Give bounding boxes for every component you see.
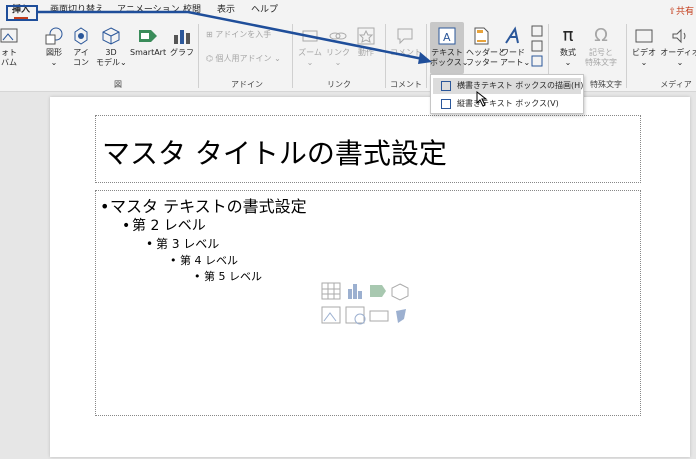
speaker-icon <box>672 28 686 44</box>
cube-icon <box>102 27 120 45</box>
photo-album-icon <box>0 28 18 43</box>
horizontal-textbox-icon <box>441 81 451 91</box>
annotation-highlight-box <box>6 5 38 21</box>
date-time-button[interactable] <box>530 24 544 71</box>
video-button[interactable]: ビデオ ⌄ <box>632 26 656 68</box>
table-icon <box>321 282 341 300</box>
content-placeholder[interactable]: •マスタ テキストの書式設定 • 第 2 レベル • 第 3 レベル • 第 4 レベ… <box>95 190 641 416</box>
comment-icon <box>397 28 413 45</box>
star-icon <box>357 27 375 45</box>
ribbon-separator <box>426 24 427 88</box>
group-media-label: メディア <box>660 80 692 89</box>
group-comments-label: コメント <box>390 80 422 89</box>
group-links-label: リンク <box>327 80 351 89</box>
textbox-button[interactable]: A テキスト ボックス⌄ <box>430 22 468 74</box>
smartart-icon <box>139 30 157 42</box>
comment-button[interactable]: コメント <box>390 26 422 58</box>
chart-icon <box>174 30 190 44</box>
svg-text:A: A <box>443 31 451 44</box>
tab-review[interactable]: 校閲 <box>181 3 203 19</box>
menu-item-horizontal-textbox[interactable]: 横書きテキスト ボックスの描画(H) <box>433 78 583 94</box>
my-addins-button[interactable]: ⌬ 個人用アドイン ⌄ <box>206 54 281 64</box>
chart-button[interactable]: グラフ <box>170 26 194 58</box>
level-5-text: • 第 5 レベル <box>194 270 262 283</box>
insert-content-icons[interactable] <box>320 281 420 331</box>
icons-gallery-icon <box>74 27 88 45</box>
smartart-button[interactable]: SmartArt <box>130 26 166 58</box>
textbox-dropdown-menu: 横書きテキスト ボックスの描画(H) 縦書きテキスト ボックス(V) <box>430 74 584 114</box>
shapes-button[interactable]: 図形 ⌄ <box>40 26 68 68</box>
vertical-textbox-icon <box>441 99 451 109</box>
icons-button[interactable]: アイ コン <box>70 26 92 68</box>
omega-icon: Ω <box>594 25 608 46</box>
picture-insert-icon <box>321 306 341 324</box>
chart-insert-icon <box>348 284 362 299</box>
pi-icon: π <box>562 25 574 46</box>
shapes-icon <box>45 27 63 45</box>
zoom-button[interactable]: ズーム ⌄ <box>298 26 322 68</box>
level-2-text: • 第 2 レベル <box>122 218 206 234</box>
group-addins-label: アドイン <box>231 80 263 89</box>
share-button[interactable]: ⇪共有 <box>668 4 694 17</box>
tab-view[interactable]: 表示 <box>215 3 237 19</box>
get-addins-button[interactable]: ⊞ アドインを入手 <box>206 30 271 40</box>
ribbon-separator <box>385 24 386 88</box>
tab-transitions[interactable]: 画面切り替え <box>48 3 106 19</box>
icon-insert-icon <box>396 309 406 323</box>
ribbon: ォト バム 図形 ⌄ アイ コン 3D モデル⌄ SmartArt グラフ 図 ⊞ アド… <box>0 20 696 92</box>
link-button[interactable]: リンク ⌄ <box>326 26 350 68</box>
video-icon <box>635 29 653 43</box>
header-footer-icon <box>474 27 489 45</box>
ribbon-tab-bar: 挿入 画面切り替え アニメーション 校閲 表示 ヘルプ ⇪共有 <box>0 0 696 20</box>
tab-help[interactable]: ヘルプ <box>249 3 280 19</box>
share-icon: ⇪ <box>668 7 676 17</box>
header-footer-button[interactable]: ヘッダーと フッター <box>466 26 506 68</box>
smartart-insert-icon <box>370 285 386 297</box>
3d-model-insert-icon <box>391 283 409 301</box>
wordart-icon <box>505 26 519 44</box>
tab-animations[interactable]: アニメーション <box>115 3 182 19</box>
slide-master[interactable]: マスタ タイトルの書式設定 •マスタ テキストの書式設定 • 第 2 レベル • 第… <box>50 97 690 457</box>
action-button[interactable]: 動作 <box>354 26 378 58</box>
photo-album-button[interactable]: ォト バム <box>0 26 20 68</box>
audio-button[interactable]: オーディオ ⌄ <box>658 26 696 68</box>
textbox-icon: A <box>438 27 456 45</box>
video-insert-icon <box>369 310 389 322</box>
ribbon-separator <box>292 24 293 88</box>
addins-icon: ⌬ <box>206 54 213 63</box>
group-illustrations-label: 図 <box>114 80 122 89</box>
title-text: マスタ タイトルの書式設定 <box>102 137 447 170</box>
ribbon-separator <box>198 24 199 88</box>
zoom-icon <box>302 30 318 42</box>
3d-models-button[interactable]: 3D モデル⌄ <box>96 26 127 68</box>
ribbon-separator <box>626 24 627 88</box>
title-placeholder[interactable]: マスタ タイトルの書式設定 <box>95 115 641 183</box>
store-icon: ⊞ <box>206 30 213 39</box>
mouse-cursor-icon <box>476 91 488 107</box>
symbol-button[interactable]: Ω 記号と 特殊文字 <box>584 26 618 68</box>
text-small-icons <box>531 25 543 67</box>
level-4-text: • 第 4 レベル <box>170 254 238 267</box>
group-symbols-label: 特殊文字 <box>590 80 622 89</box>
menu-item-vertical-textbox[interactable]: 縦書きテキスト ボックス(V) <box>433 96 581 112</box>
equation-button[interactable]: π 数式 ⌄ <box>556 26 580 68</box>
wordart-button[interactable]: ワード アート⌄ <box>500 26 530 68</box>
online-picture-insert-icon <box>345 306 366 325</box>
level-1-text: •マスタ テキストの書式設定 <box>100 197 307 216</box>
level-3-text: • 第 3 レベル <box>146 237 220 251</box>
link-icon <box>329 32 347 40</box>
